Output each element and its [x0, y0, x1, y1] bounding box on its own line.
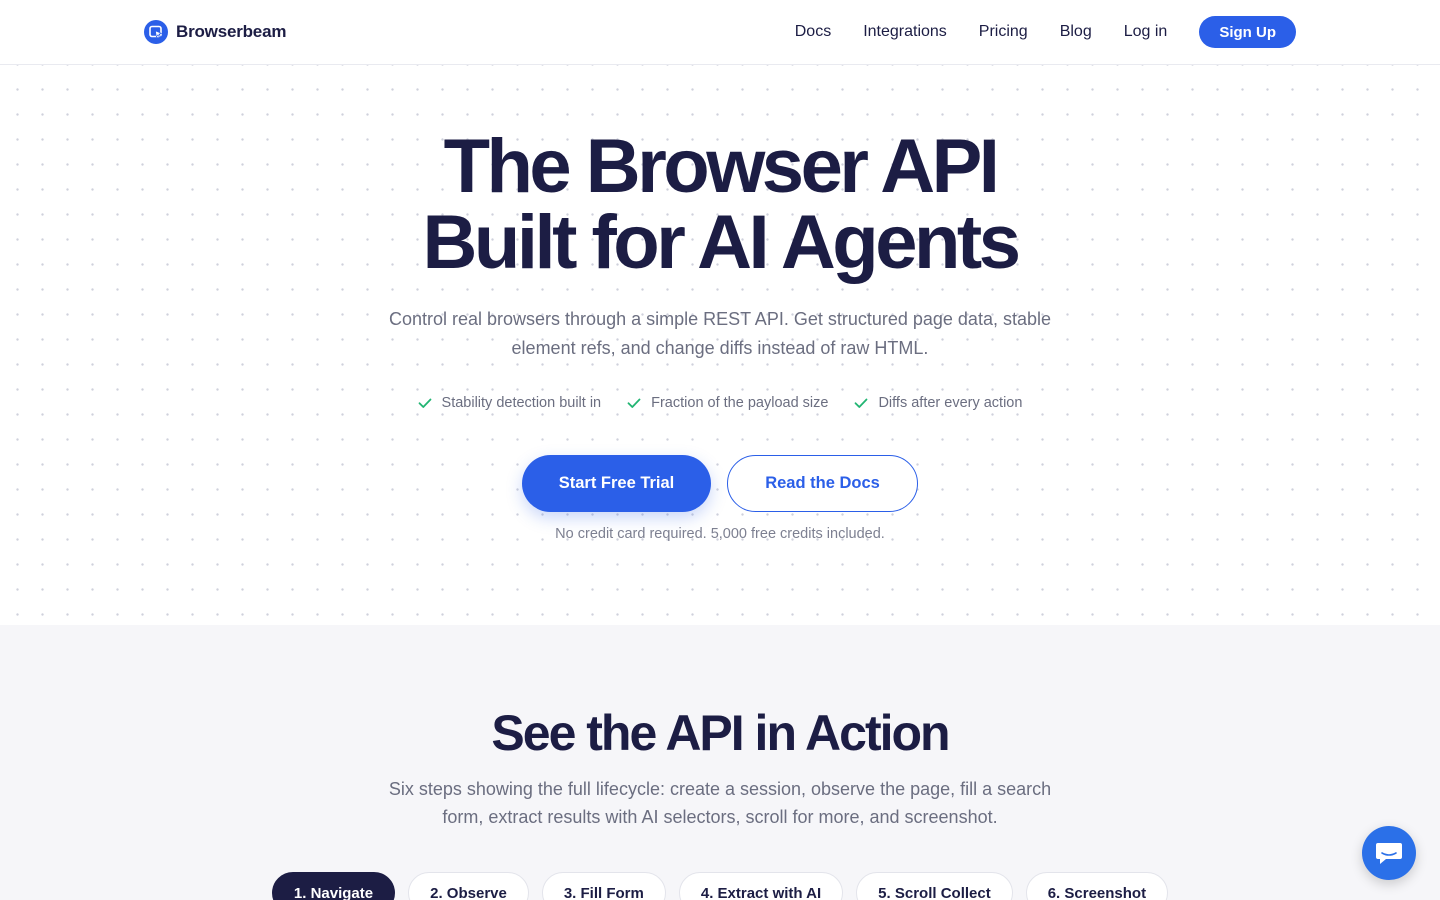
top-navigation: Browserbeam Docs Integrations Pricing Bl…	[0, 0, 1440, 65]
browser-pointer-icon	[144, 20, 168, 44]
check-icon	[627, 398, 641, 408]
start-free-trial-button[interactable]: Start Free Trial	[522, 455, 711, 512]
tab-navigate[interactable]: 1. Navigate	[271, 872, 396, 900]
brand-logo-link[interactable]: Browserbeam	[144, 20, 286, 44]
tab-observe[interactable]: 2. Observe	[408, 872, 529, 900]
section-subtitle: Six steps showing the full lifecycle: cr…	[388, 779, 1052, 827]
tab-extract-with-ai[interactable]: 4. Extract with AI	[678, 872, 844, 900]
nav-link-integrations[interactable]: Integrations	[863, 23, 947, 41]
read-the-docs-button[interactable]: Read the Docs	[727, 455, 918, 512]
feature-item: Fraction of the payload size	[627, 395, 828, 411]
hero-subtitle: Control real browsers through a simple R…	[388, 309, 1051, 358]
feature-label: Fraction of the payload size	[651, 395, 829, 411]
nav-link-login[interactable]: Log in	[1124, 23, 1168, 41]
check-icon	[855, 398, 868, 408]
hero-title-line-2: Built for AI Agents	[422, 200, 1021, 285]
brand-name: Browserbeam	[176, 22, 287, 41]
tab-scroll-collect[interactable]: 5. Scroll Collect	[856, 872, 1013, 900]
chat-widget-button[interactable]	[1362, 826, 1416, 880]
feature-item: Stability detection built in	[418, 395, 602, 411]
chat-bubble-icon	[1376, 843, 1402, 864]
feature-label: Stability detection built in	[441, 395, 602, 411]
step-tabs: 1. Navigate 2. Observe 3. Fill Form 4. E…	[0, 872, 1440, 900]
hero-section: The Browser API Built for AI Agents Cont…	[0, 65, 1440, 625]
check-icon	[418, 398, 431, 408]
nav-link-docs[interactable]: Docs	[795, 23, 831, 41]
feature-item: Diffs after every action	[854, 395, 1022, 411]
feature-label: Diffs after every action	[878, 395, 1023, 411]
hero-note: No credit card required. 5,000 free cred…	[555, 526, 885, 542]
section-title: See the API in Action	[491, 705, 950, 761]
nav-link-blog[interactable]: Blog	[1060, 23, 1092, 41]
cta-row: Start Free Trial Read the Docs	[0, 455, 1440, 512]
api-demo-section: See the API in Action Six steps showing …	[0, 625, 1440, 900]
sign-up-button[interactable]: Sign Up	[1199, 16, 1296, 48]
tab-screenshot[interactable]: 6. Screenshot	[1025, 872, 1169, 900]
tab-fill-form[interactable]: 3. Fill Form	[541, 872, 666, 900]
nav-link-pricing[interactable]: Pricing	[979, 23, 1028, 41]
feature-list: Stability detection built in Fraction of…	[0, 395, 1440, 411]
hero-title: The Browser API Built for AI Agents	[0, 129, 1440, 281]
nav-links: Docs Integrations Pricing Blog Log in Si…	[795, 16, 1296, 48]
hero-title-line-1: The Browser API	[443, 124, 1000, 209]
